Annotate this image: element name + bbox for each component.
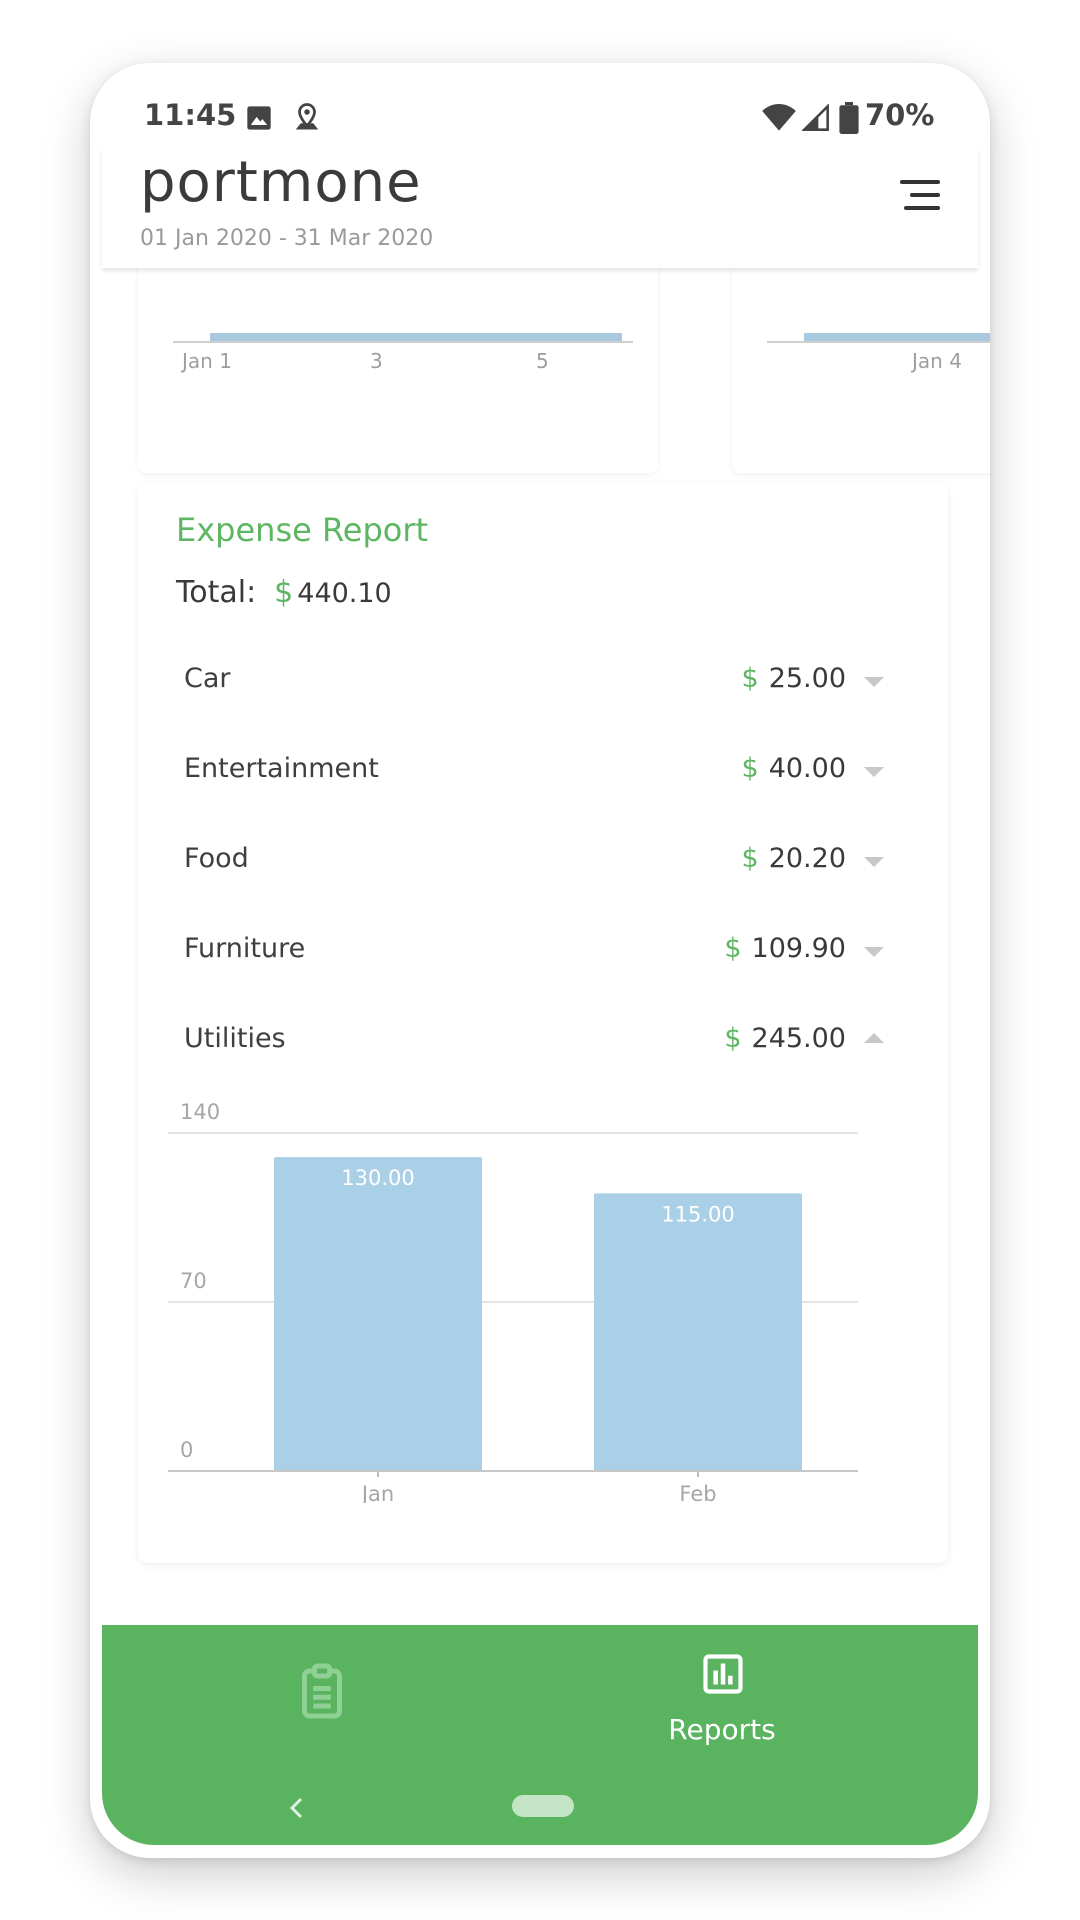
category-value: $40.00	[742, 753, 846, 784]
x-tick-label: Jan	[360, 1482, 394, 1503]
category-amount: 20.20	[768, 843, 846, 874]
phone-frame: 11:45 70% portmone 01 Jan 2020 - 31 Mar …	[90, 63, 990, 1858]
category-row-entertainment[interactable]: Entertainment $40.00	[184, 745, 884, 805]
currency-symbol: $	[741, 753, 759, 784]
app-screen: 11:45 70% portmone 01 Jan 2020 - 31 Mar …	[102, 63, 990, 1845]
utilities-bar-chart: 0 70 140 130.00 Jan 115.00 Feb	[168, 1100, 858, 1503]
chevron-down-icon[interactable]	[864, 857, 884, 867]
currency-symbol: $	[741, 843, 759, 874]
previous-bar	[804, 333, 990, 341]
status-time: 11:45	[144, 98, 237, 132]
menu-icon[interactable]	[900, 178, 944, 212]
category-value: $109.90	[724, 933, 846, 964]
date-range[interactable]: 01 Jan 2020 - 31 Mar 2020	[140, 226, 433, 251]
category-amount: 40.00	[768, 753, 846, 784]
signal-icon	[802, 104, 829, 131]
category-amount: 245.00	[751, 1023, 846, 1054]
bar-chart-icon	[703, 1654, 743, 1694]
bar	[274, 1157, 482, 1471]
category-label: Food	[184, 843, 249, 874]
category-amount: 109.90	[751, 933, 846, 964]
category-row-car[interactable]: Car $25.00	[184, 655, 884, 715]
expense-report-title: Expense Report	[176, 511, 429, 549]
tab-journal[interactable]	[292, 1661, 352, 1721]
location-icon	[295, 103, 319, 130]
bar-value-label: 115.00	[661, 1202, 734, 1226]
total-label: Total:	[176, 575, 257, 610]
chevron-down-icon[interactable]	[864, 677, 884, 687]
chevron-down-icon[interactable]	[864, 767, 884, 777]
previous-bar	[210, 333, 622, 341]
chevron-down-icon[interactable]	[864, 947, 884, 957]
image-icon	[247, 106, 271, 130]
category-value: $245.00	[724, 1023, 846, 1054]
total-value: 440.10	[297, 578, 392, 609]
category-row-furniture[interactable]: Furniture $109.90	[184, 925, 884, 985]
app-brand-title: portmone	[140, 150, 422, 215]
category-row-utilities[interactable]: Utilities $245.00	[184, 1015, 884, 1075]
bar	[594, 1193, 802, 1471]
category-value: $20.20	[742, 843, 846, 874]
previous-tick: 3	[370, 349, 383, 373]
currency-symbol: $	[724, 933, 742, 964]
category-label: Utilities	[184, 1023, 286, 1054]
tab-reports[interactable]: Reports	[662, 1649, 782, 1749]
expense-total: Total: $440.10	[176, 575, 392, 610]
previous-axis-line	[767, 341, 990, 343]
previous-tick: Jan 4	[912, 349, 962, 373]
category-amount: 25.00	[768, 663, 846, 694]
y-tick-label: 140	[180, 1100, 220, 1124]
back-icon[interactable]	[287, 1793, 307, 1823]
home-pill[interactable]	[512, 1795, 574, 1817]
x-tick-label: Feb	[679, 1482, 716, 1503]
category-value: $25.00	[742, 663, 846, 694]
category-label: Entertainment	[184, 753, 379, 784]
currency-symbol: $	[274, 575, 294, 610]
y-tick-label: 70	[180, 1269, 207, 1293]
battery-icon	[839, 102, 859, 134]
chevron-up-icon[interactable]	[864, 1033, 884, 1043]
expense-report-card: Expense Report Total: $440.10 Car $25.00 …	[138, 483, 948, 1563]
previous-tick: Jan 1	[182, 349, 232, 373]
wifi-icon	[762, 104, 796, 131]
category-row-food[interactable]: Food $20.20	[184, 835, 884, 895]
bottom-navigation: Reports	[102, 1625, 978, 1845]
category-label: Car	[184, 663, 231, 694]
previous-axis-line	[173, 341, 633, 343]
currency-symbol: $	[741, 663, 759, 694]
battery-percent: 70%	[865, 98, 935, 132]
currency-symbol: $	[724, 1023, 742, 1054]
tab-reports-label: Reports	[668, 1713, 776, 1746]
clipboard-icon	[302, 1663, 342, 1719]
bar-value-label: 130.00	[341, 1166, 414, 1190]
y-tick-label: 0	[180, 1438, 193, 1462]
app-bar: portmone 01 Jan 2020 - 31 Mar 2020	[102, 148, 978, 268]
previous-tick: 5	[536, 349, 549, 373]
category-label: Furniture	[184, 933, 306, 964]
status-bar: 11:45 70%	[102, 98, 978, 148]
